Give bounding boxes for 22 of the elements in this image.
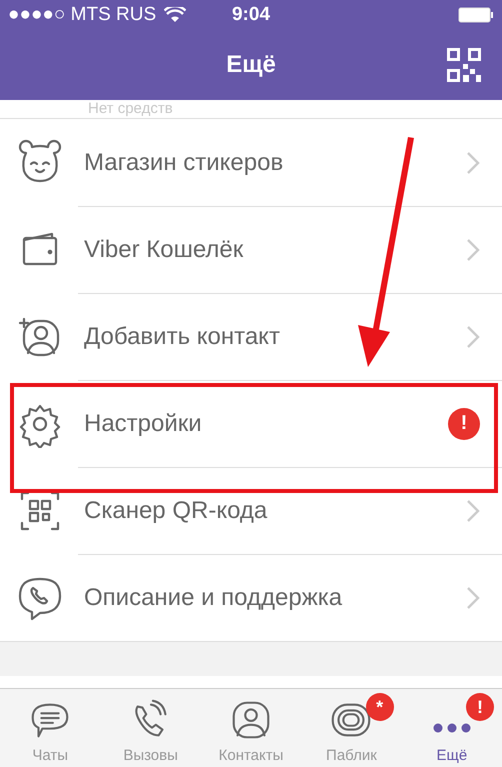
- chevron-icon: [466, 150, 480, 174]
- battery-icon: [458, 7, 494, 23]
- tab[interactable]: Ещё !: [402, 689, 502, 767]
- wifi-icon: [164, 7, 186, 23]
- screen-title: Ещё: [226, 51, 276, 79]
- chevron-icon: [466, 238, 480, 262]
- menu-item[interactable]: Добавить контакт: [0, 293, 502, 380]
- status-time: 9:04: [232, 4, 270, 26]
- menu-item[interactable]: Viber Кошелёк: [0, 206, 502, 293]
- menu-item[interactable]: Сканер QR-кода: [0, 467, 502, 554]
- carrier-name: ●●●●○ MTS RUS: [8, 4, 156, 26]
- menu-item[interactable]: Описание и поддержка: [0, 554, 502, 641]
- notification-badge: !: [466, 693, 494, 721]
- qr-code-icon[interactable]: [446, 47, 482, 83]
- menu-item[interactable]: Настройки !: [0, 380, 502, 467]
- tab[interactable]: Паблик *: [301, 689, 402, 767]
- chevron-icon: [466, 498, 480, 522]
- alert-badge: !: [448, 408, 480, 440]
- chevron-icon: [466, 586, 480, 610]
- menu-item[interactable]: Магазин стикеров: [0, 119, 502, 206]
- notification-badge: *: [366, 693, 394, 721]
- chevron-icon: [466, 324, 480, 348]
